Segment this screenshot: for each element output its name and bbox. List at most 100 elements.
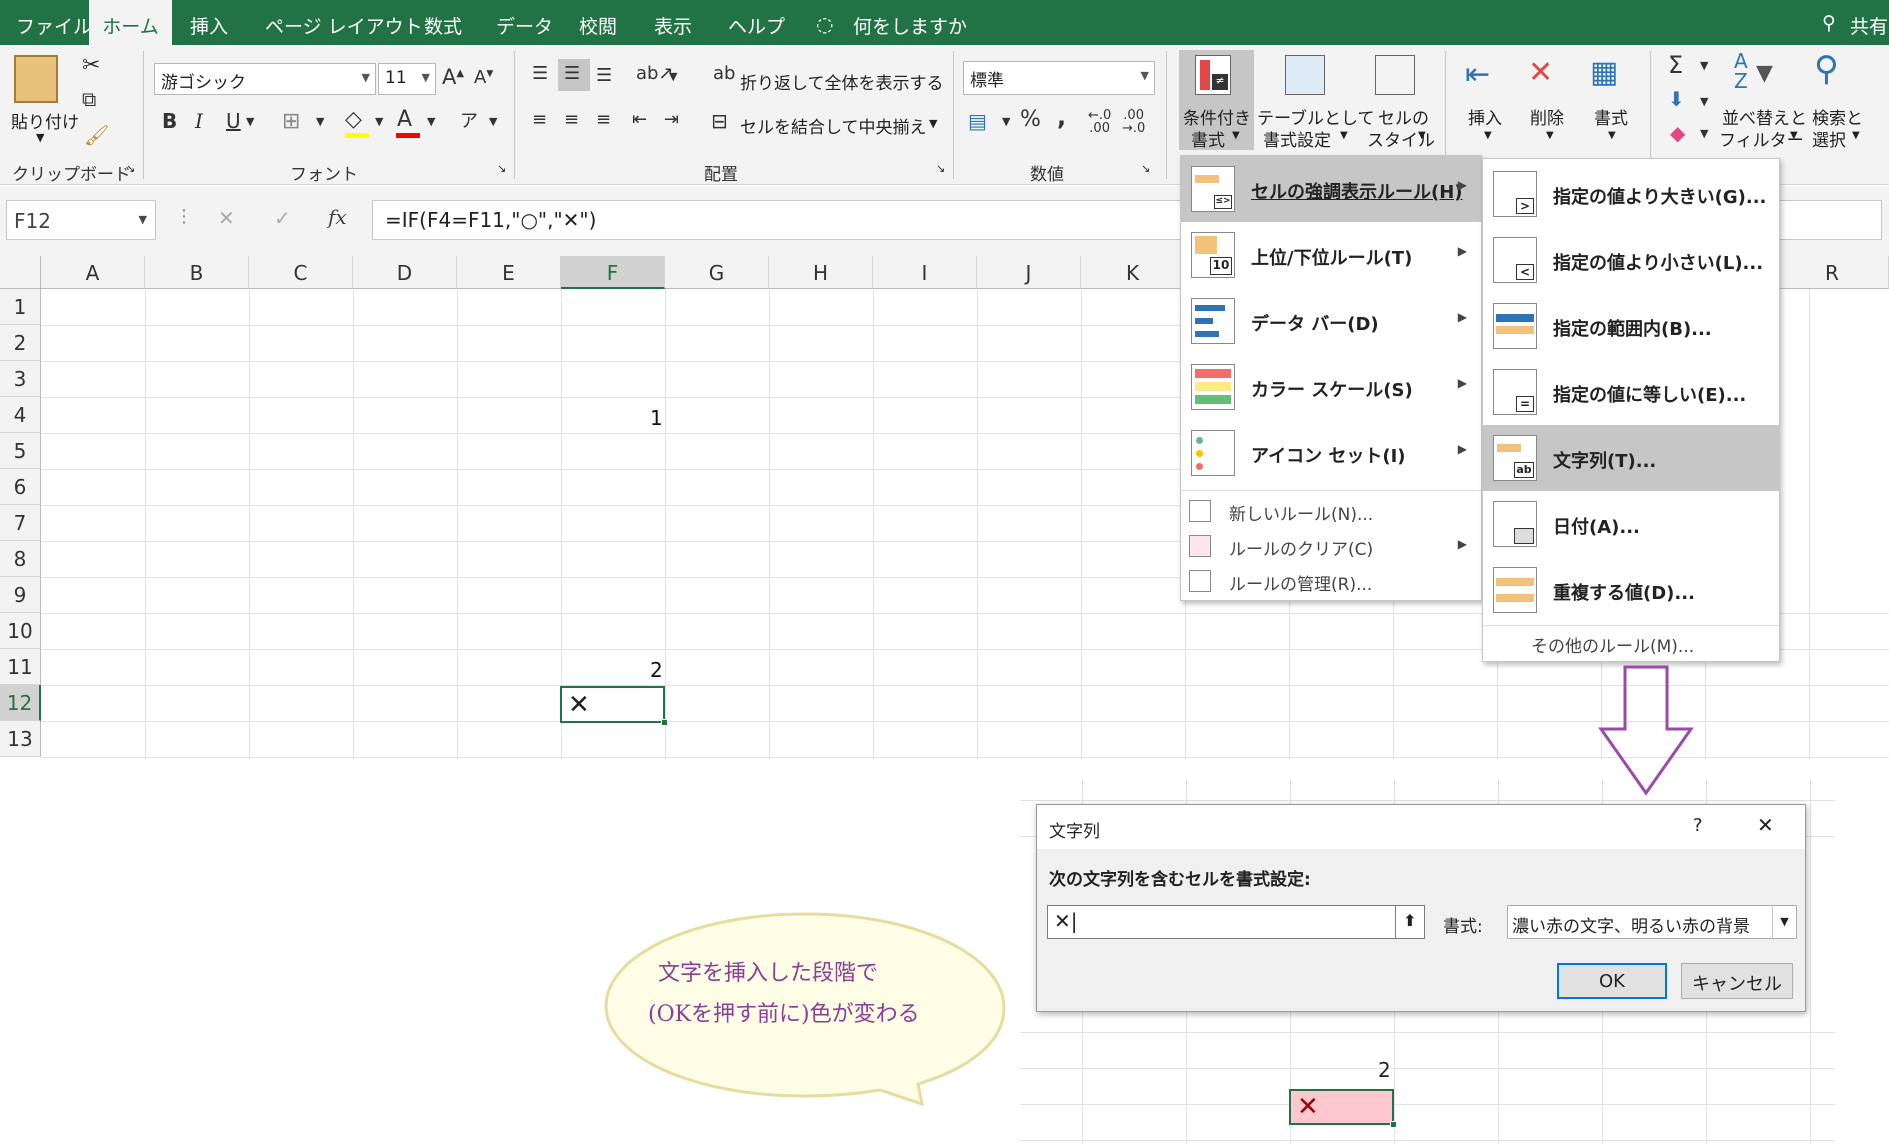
merge-center-button[interactable]: セルを結合して中央揃え xyxy=(740,113,927,138)
tab-page-layout[interactable]: ページ レイアウト xyxy=(265,12,423,39)
phonetic-icon[interactable]: ア xyxy=(460,107,478,133)
alignment-launcher-icon[interactable]: ↘ xyxy=(936,162,945,175)
column-header[interactable]: K xyxy=(1081,256,1185,289)
column-header[interactable]: D xyxy=(353,256,457,289)
column-header[interactable]: A xyxy=(41,256,145,289)
row-header[interactable]: 1 xyxy=(0,289,41,325)
sort-filter-icon[interactable]: AZ xyxy=(1734,51,1748,91)
fill-color-icon[interactable]: ◇ xyxy=(345,107,362,132)
decrease-decimal-icon[interactable]: .00 →.0 xyxy=(1122,109,1145,135)
underline-dropdown-icon[interactable]: ▼ xyxy=(246,115,254,128)
underline-icon[interactable]: U xyxy=(226,109,241,133)
menu-icon-sets[interactable]: アイコン セット(I) ▶ xyxy=(1181,420,1481,486)
row-header[interactable]: 10 xyxy=(0,613,41,649)
format-cells-icon[interactable]: ▦ xyxy=(1590,55,1618,90)
align-middle-icon[interactable]: ☰ xyxy=(564,63,580,84)
clipboard-icon[interactable] xyxy=(14,55,58,103)
help-button[interactable]: ? xyxy=(1693,815,1703,836)
row-header[interactable]: 11 xyxy=(0,649,41,685)
delete-cells-icon[interactable]: ✕ xyxy=(1528,55,1553,90)
wrap-text-icon[interactable]: ab xyxy=(713,63,735,84)
cut-icon[interactable]: ✂ xyxy=(82,53,100,78)
column-header[interactable]: B xyxy=(145,256,249,289)
tab-data[interactable]: データ xyxy=(496,12,553,39)
submenu-less-than[interactable]: < 指定の値より小さい(L)... xyxy=(1483,227,1779,293)
row-header[interactable]: 3 xyxy=(0,361,41,397)
borders-icon[interactable]: ⊞ xyxy=(282,109,300,134)
font-size-select[interactable]: 11 ▼ xyxy=(378,63,436,95)
cell-f11[interactable]: 2 xyxy=(650,658,663,682)
align-right-icon[interactable]: ≡ xyxy=(596,109,611,130)
row-header[interactable]: 2 xyxy=(0,325,41,361)
merge-dropdown-icon[interactable]: ▼ xyxy=(929,117,937,130)
row-header[interactable]: 6 xyxy=(0,469,41,505)
copy-icon[interactable]: ⧉ xyxy=(82,87,96,111)
row-header-selected[interactable]: 12 xyxy=(0,685,41,721)
align-top-icon[interactable]: ☰ xyxy=(532,63,548,84)
orientation-dropdown-icon[interactable]: ▼ xyxy=(669,70,677,83)
submenu-equal-to[interactable]: = 指定の値に等しい(E)... xyxy=(1483,359,1779,425)
paste-button[interactable]: 貼り付け xyxy=(11,108,79,133)
submenu-date[interactable]: 日付(A)... xyxy=(1483,491,1779,557)
fill-dropdown-icon[interactable]: ▼ xyxy=(1700,95,1708,108)
close-button[interactable]: ✕ xyxy=(1757,813,1774,837)
currency-icon[interactable]: ▤ xyxy=(968,109,987,133)
fill-handle[interactable] xyxy=(661,719,668,726)
currency-dropdown-icon[interactable]: ▼ xyxy=(1002,115,1010,128)
comma-icon[interactable]: , xyxy=(1057,103,1066,131)
format-painter-icon[interactable]: 🖌 xyxy=(84,123,109,147)
cell-f12-selected[interactable]: ✕ xyxy=(560,686,668,726)
submenu-text-contains[interactable]: ab 文字列(T)... xyxy=(1483,425,1779,491)
menu-clear-rules[interactable]: ルールのクリア(C) ▶ xyxy=(1181,529,1481,562)
menu-top-bottom-rules[interactable]: 10 上位/下位ルール(T) ▶ xyxy=(1181,222,1481,288)
column-header-selected[interactable]: F xyxy=(561,256,665,289)
row-header[interactable]: 5 xyxy=(0,433,41,469)
menu-highlight-rules[interactable]: ≤> セルの強調表示ルール(H) ▶ xyxy=(1181,156,1481,222)
row-header[interactable]: 9 xyxy=(0,577,41,613)
column-header[interactable]: E xyxy=(457,256,561,289)
submenu-more-rules[interactable]: その他のルール(M)... xyxy=(1531,632,1694,657)
insert-function-icon[interactable]: fx xyxy=(328,205,347,229)
percent-icon[interactable]: % xyxy=(1020,107,1041,132)
row-header[interactable]: 4 xyxy=(0,397,41,433)
align-left-icon[interactable]: ≡ xyxy=(532,109,547,130)
find-select-label2[interactable]: 選択 xyxy=(1812,126,1846,151)
menu-color-scales[interactable]: カラー スケール(S) ▶ xyxy=(1181,354,1481,420)
tab-help[interactable]: ヘルプ xyxy=(728,12,785,39)
tab-view[interactable]: 表示 xyxy=(654,12,692,39)
decrease-indent-icon[interactable]: ⇤ xyxy=(632,109,647,130)
submenu-greater-than[interactable]: > 指定の値より大きい(G)... xyxy=(1483,161,1779,227)
cell-styles-icon[interactable] xyxy=(1375,55,1415,95)
wrap-text-button[interactable]: 折り返して全体を表示する xyxy=(740,69,944,94)
tab-home[interactable]: ホーム xyxy=(89,0,172,45)
column-header[interactable]: H xyxy=(769,256,873,289)
font-color-dropdown-icon[interactable]: ▼ xyxy=(427,115,435,128)
text-input[interactable]: ✕| xyxy=(1047,905,1407,939)
merge-center-icon[interactable]: ⊟ xyxy=(711,109,728,133)
column-header[interactable]: G xyxy=(665,256,769,289)
borders-dropdown-icon[interactable]: ▼ xyxy=(316,115,324,128)
column-header[interactable]: J xyxy=(977,256,1081,289)
number-launcher-icon[interactable]: ↘ xyxy=(1141,162,1150,175)
row-header[interactable]: 8 xyxy=(0,541,41,577)
tell-me-search[interactable]: 何をしますか xyxy=(853,12,967,39)
clear-eraser-icon[interactable]: ◆ xyxy=(1670,121,1685,145)
font-name-select[interactable]: 游ゴシック ▼ xyxy=(154,63,376,95)
bold-icon[interactable]: B xyxy=(162,109,177,133)
paste-dropdown-icon[interactable]: ▼ xyxy=(36,131,44,144)
find-select-icon[interactable]: ⚲ xyxy=(1814,49,1839,89)
menu-data-bars[interactable]: データ バー(D) ▶ xyxy=(1181,288,1481,354)
increase-indent-icon[interactable]: ⇥ xyxy=(664,109,679,130)
share-button[interactable]: 共有 xyxy=(1850,12,1888,39)
format-as-table-label2[interactable]: 書式設定 xyxy=(1263,126,1331,151)
name-box[interactable]: F12 ▼ xyxy=(6,200,156,240)
column-header[interactable]: C xyxy=(249,256,353,289)
column-header[interactable]: R xyxy=(1776,256,1889,289)
insert-cells-icon[interactable]: ⇤ xyxy=(1465,57,1490,92)
menu-new-rule[interactable]: 新しいルール(N)... xyxy=(1181,494,1481,527)
select-all-corner[interactable] xyxy=(0,256,41,289)
font-color-icon[interactable]: A xyxy=(397,107,412,132)
autosum-icon[interactable]: Σ xyxy=(1668,51,1683,79)
column-header[interactable]: I xyxy=(873,256,977,289)
tab-insert[interactable]: 挿入 xyxy=(190,12,228,39)
